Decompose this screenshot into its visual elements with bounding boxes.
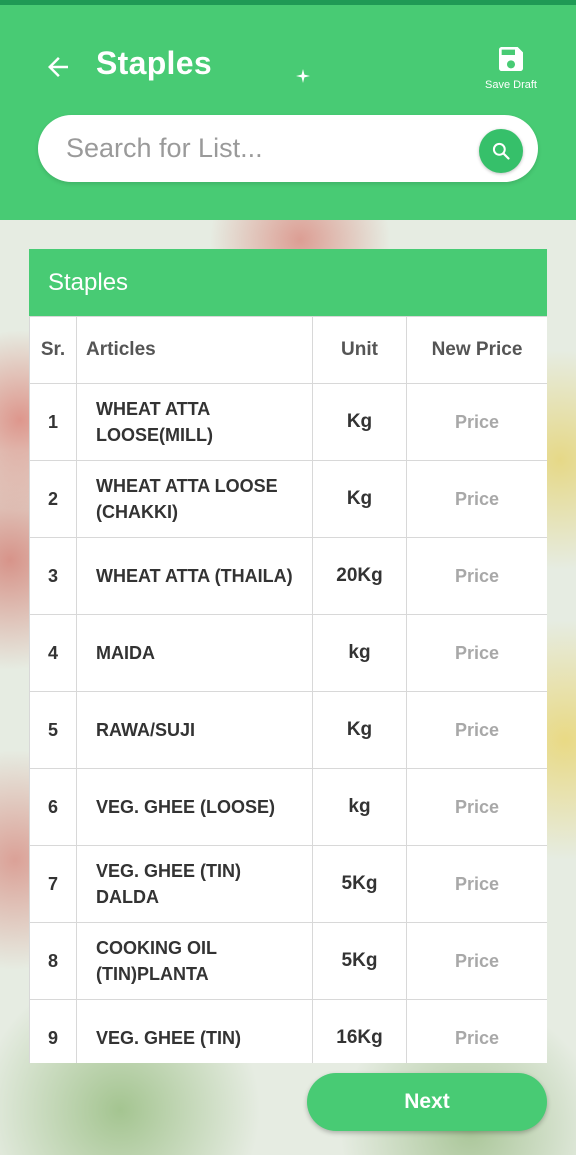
row-article: WHEAT ATTA LOOSE (CHAKKI) [76, 460, 313, 538]
row-unit: Kg [312, 460, 407, 538]
column-header-new-price: New Price [406, 316, 547, 384]
column-header-unit: Unit [312, 316, 407, 384]
save-draft-label: Save Draft [485, 79, 537, 91]
row-unit: 5Kg [312, 845, 407, 923]
price-input[interactable] [422, 1027, 532, 1049]
row-sr: 5 [29, 691, 77, 769]
row-unit: Kg [312, 691, 407, 769]
table-row: 6 VEG. GHEE (LOOSE) kg [29, 768, 547, 846]
search-icon [492, 142, 510, 160]
table-row: 7 VEG. GHEE (TIN) DALDA 5Kg [29, 845, 547, 923]
row-price-cell [406, 999, 547, 1063]
row-article: RAWA/SUJI [76, 691, 313, 769]
arrow-left-icon [48, 57, 68, 77]
price-input[interactable] [422, 873, 532, 895]
row-unit: kg [312, 614, 407, 692]
row-price-cell [406, 614, 547, 692]
row-price-cell [406, 922, 547, 1000]
row-unit: 20Kg [312, 537, 407, 615]
row-sr: 2 [29, 460, 77, 538]
app-header: Staples Save Draft [0, 5, 576, 220]
row-price-cell [406, 768, 547, 846]
save-draft-button[interactable]: Save Draft [480, 43, 542, 101]
row-price-cell [406, 383, 547, 461]
row-article: WHEAT ATTA (THAILA) [76, 537, 313, 615]
row-unit: 16Kg [312, 999, 407, 1063]
table-row: 5 RAWA/SUJI Kg [29, 691, 547, 769]
price-input[interactable] [422, 719, 532, 741]
price-input[interactable] [422, 796, 532, 818]
table-row: 1 WHEAT ATTA LOOSE(MILL) Kg [29, 383, 547, 461]
floppy-disk-icon [499, 47, 523, 71]
section-title: Staples [29, 249, 547, 316]
row-sr: 7 [29, 845, 77, 923]
next-button[interactable]: Next [307, 1073, 547, 1131]
row-article: WHEAT ATTA LOOSE(MILL) [76, 383, 313, 461]
price-input[interactable] [422, 411, 532, 433]
row-article: VEG. GHEE (TIN) DALDA [76, 845, 313, 923]
table-header-row: Sr. Articles Unit New Price [29, 316, 547, 384]
table-row: 3 WHEAT ATTA (THAILA) 20Kg [29, 537, 547, 615]
table-row: 8 COOKING OIL (TIN)PLANTA 5Kg [29, 922, 547, 1000]
table-row: 4 MAIDA kg [29, 614, 547, 692]
row-article: COOKING OIL (TIN)PLANTA [76, 922, 313, 1000]
back-button[interactable] [38, 47, 78, 87]
row-price-cell [406, 460, 547, 538]
column-header-articles: Articles [76, 316, 313, 384]
row-sr: 4 [29, 614, 77, 692]
price-input[interactable] [422, 642, 532, 664]
row-article: VEG. GHEE (LOOSE) [76, 768, 313, 846]
row-price-cell [406, 845, 547, 923]
sparkle-icon [296, 69, 310, 83]
page-title: Staples [96, 45, 212, 81]
search-bar [38, 115, 538, 182]
row-article: VEG. GHEE (TIN) [76, 999, 313, 1063]
price-input[interactable] [422, 950, 532, 972]
row-price-cell [406, 691, 547, 769]
column-header-sr: Sr. [29, 316, 77, 384]
price-input[interactable] [422, 488, 532, 510]
row-sr: 1 [29, 383, 77, 461]
table-row: 2 WHEAT ATTA LOOSE (CHAKKI) Kg [29, 460, 547, 538]
row-unit: kg [312, 768, 407, 846]
row-sr: 9 [29, 999, 77, 1063]
row-sr: 6 [29, 768, 77, 846]
articles-card: Staples Sr. Articles Unit New Price 1 WHE… [29, 249, 547, 1063]
row-article: MAIDA [76, 614, 313, 692]
row-sr: 3 [29, 537, 77, 615]
search-button[interactable] [479, 129, 523, 173]
table-row: 9 VEG. GHEE (TIN) 16Kg [29, 999, 547, 1063]
row-unit: Kg [312, 383, 407, 461]
row-unit: 5Kg [312, 922, 407, 1000]
price-input[interactable] [422, 565, 532, 587]
row-sr: 8 [29, 922, 77, 1000]
articles-table: Sr. Articles Unit New Price 1 WHEAT ATTA … [29, 316, 547, 1063]
row-price-cell [406, 537, 547, 615]
search-input[interactable] [66, 115, 466, 182]
